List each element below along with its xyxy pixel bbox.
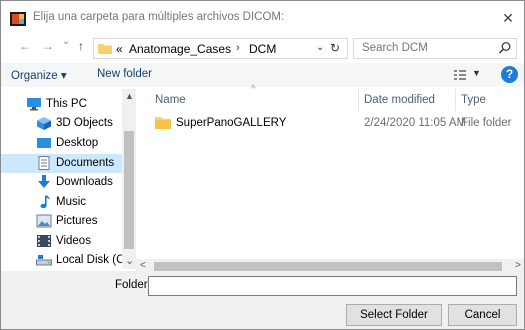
window-title: Elija una carpeta para múltiples archivo… [33,11,285,23]
sidebar-item-music[interactable]: Music [1,193,122,212]
sidebar-item-label: Videos [56,235,91,247]
folder-picker-dialog: Elija una carpeta para múltiples archivo… [0,0,525,330]
folder-icon [155,117,171,129]
file-row[interactable]: SuperPanoGALLERY 2/24/2020 11:05 AM File… [136,113,524,133]
scroll-right-button[interactable]: > [515,260,521,271]
folder-icon [98,44,112,54]
title-bar: Elija una carpeta para múltiples archivo… [1,1,524,35]
organize-menu-button[interactable]: Organize ▾ [11,68,67,82]
command-bar: Organize ▾ New folder ▼ ? [1,63,524,87]
search-icon[interactable] [498,41,512,55]
sidebar-scrollbar[interactable]: ▲ ⌄ [122,89,136,269]
view-options-icon[interactable] [453,68,467,82]
column-divider[interactable] [455,89,456,111]
dialog-footer: Folder: Select Folder Cancel [1,271,524,329]
recent-locations-button[interactable]: ⌄ [62,36,70,47]
back-button[interactable]: ← [19,39,31,53]
help-icon[interactable]: ? [501,66,518,83]
address-dropdown-icon[interactable]: ⌄ [316,42,324,53]
videos-icon [37,235,51,247]
folder-label: Folder: [115,279,151,291]
sidebar-item-label: Pictures [56,215,98,227]
breadcrumb-anatomage-cases[interactable]: Anatomage_Cases [129,42,231,56]
music-icon [40,195,50,209]
sidebar-item-label: Documents [56,157,115,169]
up-button[interactable]: ↑ [78,39,84,53]
refresh-icon[interactable]: ↻ [330,41,340,55]
scroll-down-button[interactable]: ⌄ [125,254,134,267]
close-button[interactable]: ✕ [497,7,519,29]
sidebar-item-label: This PC [46,98,87,110]
3d-objects-icon [37,117,51,130]
search-box[interactable]: Search DCM [353,38,517,59]
view-dropdown-icon[interactable]: ▼ [472,68,481,78]
file-name: SuperPanoGALLERY [176,117,287,129]
search-placeholder: Search DCM [362,42,428,54]
navigation-bar: ← → ⌄ ↑ « Anatomage_Cases › DCM ⌄ ↻ Sear… [1,35,524,61]
sort-ascending-icon: ^ [251,84,256,95]
address-bar[interactable]: « Anatomage_Cases › DCM ⌄ ↻ [93,38,348,59]
breadcrumb-separator: › [236,42,240,54]
breadcrumb-overflow[interactable]: « [116,42,123,56]
sidebar-item-downloads[interactable]: Downloads [1,173,122,192]
forward-button[interactable]: → [42,39,54,53]
select-folder-button[interactable]: Select Folder [346,304,442,326]
sidebar-item-label: Music [56,196,87,208]
file-date-modified: 2/24/2020 11:05 AM [364,117,467,129]
sidebar-item-documents[interactable]: Documents [1,154,122,173]
new-folder-button[interactable]: New folder [97,68,152,80]
sidebar-item-label: Downloads [56,176,113,188]
downloads-icon [38,175,50,188]
sidebar-scroll-thumb[interactable] [124,131,134,249]
documents-icon [38,156,50,170]
file-type: File folder [461,117,512,129]
column-header-date-modified[interactable]: Date modified [364,94,435,106]
sidebar-item-videos[interactable]: Videos [1,232,122,251]
sidebar-item-local-disk[interactable]: Local Disk (C:) [1,251,131,270]
sidebar-item-3d-objects[interactable]: 3D Objects [1,114,122,133]
folder-name-input[interactable] [148,276,517,296]
sidebar-item-label: 3D Objects [56,117,113,129]
column-header-type[interactable]: Type [461,94,486,106]
sidebar-item-label: Desktop [56,137,99,149]
pc-icon [27,98,41,111]
column-header-name[interactable]: Name [155,94,186,106]
scroll-left-button[interactable]: < [140,260,146,271]
cancel-button[interactable]: Cancel [448,304,517,326]
sidebar-item-desktop[interactable]: Desktop [1,134,122,153]
sidebar-item-label: Local Disk (C:) [56,254,132,266]
desktop-icon [37,138,51,148]
pictures-icon [36,214,52,228]
horizontal-scroll-thumb[interactable] [154,262,502,271]
column-divider[interactable] [358,89,359,111]
disk-icon [36,255,52,266]
navigation-pane: This PC 3D Objects Desktop Documents Dow… [1,89,136,269]
app-icon [10,12,26,26]
breadcrumb-dcm[interactable]: DCM [249,42,276,56]
sidebar-item-pictures[interactable]: Pictures [1,212,122,231]
sidebar-item-this-pc[interactable]: This PC [1,95,122,114]
scroll-up-button[interactable]: ▲ [125,91,134,101]
file-list: Name ^ Date modified Type SuperPanoGALLE… [136,84,524,274]
